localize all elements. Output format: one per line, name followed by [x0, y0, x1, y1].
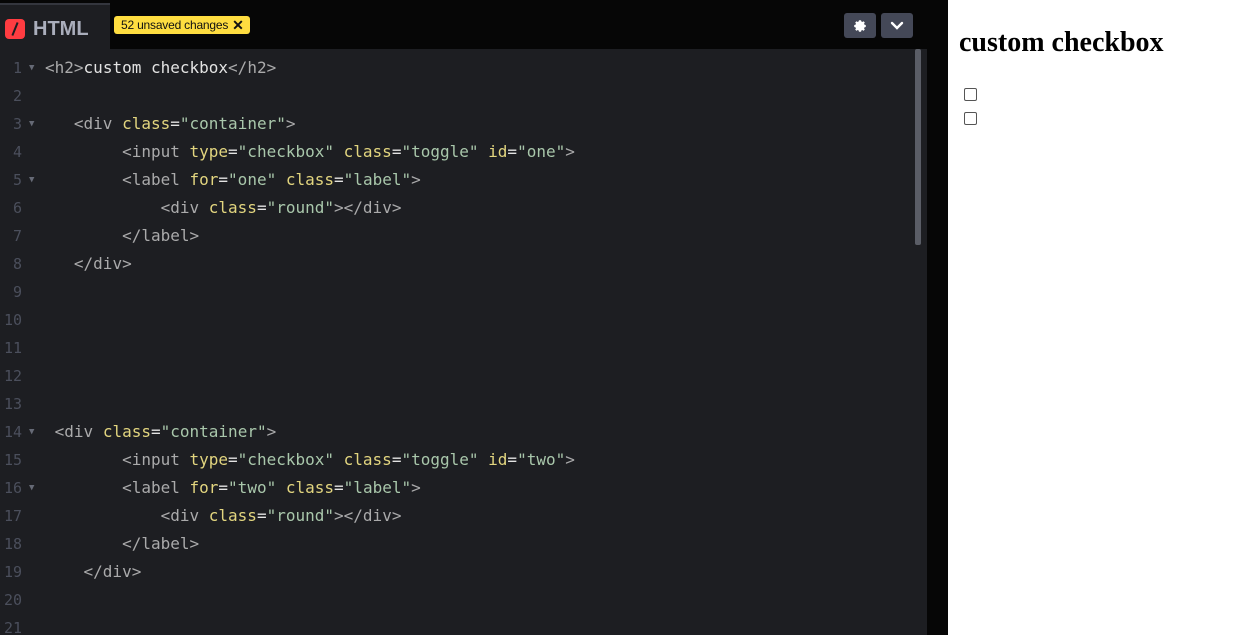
chevron-down-icon [890, 21, 904, 30]
code-text: <div class="round"></div> [160, 506, 402, 525]
code-line[interactable]: 6 <div class="round"></div> [0, 194, 913, 222]
code-editor[interactable]: 1 ▼ <h2>custom checkbox</h2> 2 3 ▼ <div class… [0, 54, 913, 635]
line-number: 16 [3, 479, 22, 497]
line-number: 4 [12, 143, 22, 161]
line-number: 14 [3, 423, 22, 441]
code-text: <div class="round"></div> [160, 198, 402, 217]
line-number: 20 [3, 591, 22, 609]
code-text: </label> [122, 534, 200, 553]
preview-pane: custom checkbox [948, 0, 1252, 635]
code-line[interactable]: 18 </label> [0, 530, 913, 558]
line-number: 19 [3, 563, 22, 581]
line-number: 1 [12, 59, 22, 77]
line-number: 3 [12, 115, 22, 133]
code-line[interactable]: 19 </div> [0, 558, 913, 586]
code-text: </div> [83, 562, 142, 581]
code-line[interactable]: 7 </label> [0, 222, 913, 250]
code-line[interactable]: 3 ▼ <div class="container"> [0, 110, 913, 138]
line-number: 5 [12, 171, 22, 189]
code-line[interactable]: 21 [0, 614, 913, 635]
line-number: 15 [3, 451, 22, 469]
code-line[interactable]: 14 ▼ <div class="container"> [0, 418, 913, 446]
fold-arrow-icon[interactable]: ▼ [29, 474, 34, 502]
editor-scrollbar[interactable] [913, 49, 927, 635]
fold-arrow-icon[interactable]: ▼ [29, 166, 34, 194]
line-number: 11 [3, 339, 22, 357]
code-line[interactable]: 13 [0, 390, 913, 418]
code-line[interactable]: 15 <input type="checkbox" class="toggle"… [0, 446, 913, 474]
preview-checkbox-two[interactable] [964, 112, 977, 125]
code-line[interactable]: 4 <input type="checkbox" class="toggle" … [0, 138, 913, 166]
code-line[interactable]: 12 [0, 362, 913, 390]
gear-icon [854, 19, 866, 32]
line-number: 12 [3, 367, 22, 385]
unsaved-changes-text: 52 unsaved changes [121, 18, 229, 32]
code-line[interactable]: 17 <div class="round"></div> [0, 502, 913, 530]
line-number: 21 [3, 619, 22, 635]
close-icon[interactable]: ✕ [232, 16, 244, 34]
line-number: 13 [3, 395, 22, 413]
code-line[interactable]: 1 ▼ <h2>custom checkbox</h2> [0, 54, 913, 82]
code-text: <div class="container"> [73, 114, 296, 133]
html-editor-pane: HTML 52 unsaved changes ✕ 1 ▼ <h2>custom c… [0, 0, 927, 635]
preview-checkbox-one[interactable] [964, 88, 977, 101]
language-label: HTML [33, 18, 89, 40]
fold-arrow-icon[interactable]: ▼ [29, 54, 34, 82]
code-text: <input type="checkbox" class="toggle" id… [122, 142, 575, 161]
code-text: <h2>custom checkbox</h2> [45, 58, 277, 77]
code-line[interactable]: 16 ▼ <label for="two" class="label"> [0, 474, 913, 502]
line-number: 8 [12, 255, 22, 273]
line-number: 6 [12, 199, 22, 217]
code-line[interactable]: 9 [0, 278, 913, 306]
scrollbar-thumb[interactable] [915, 49, 921, 245]
code-text: <label for="two" class="label"> [122, 478, 421, 497]
line-number: 7 [12, 227, 22, 245]
code-text: <label for="one" class="label"> [122, 170, 421, 189]
code-line[interactable]: 5 ▼ <label for="one" class="label"> [0, 166, 913, 194]
code-text: <div class="container"> [54, 422, 277, 441]
code-line[interactable]: 11 [0, 334, 913, 362]
line-number: 2 [12, 87, 22, 105]
settings-button[interactable] [844, 13, 876, 38]
code-text: </label> [122, 226, 200, 245]
html-tab[interactable]: HTML [0, 3, 110, 49]
line-number: 10 [3, 311, 22, 329]
pane-resizer[interactable] [927, 0, 948, 635]
code-text: <input type="checkbox" class="toggle" id… [122, 450, 575, 469]
fold-arrow-icon[interactable]: ▼ [29, 418, 34, 446]
codepen-html-icon [5, 19, 25, 39]
line-number: 18 [3, 535, 22, 553]
preview-heading: custom checkbox [959, 27, 1164, 58]
editor-header: HTML 52 unsaved changes ✕ [0, 0, 927, 49]
line-number: 9 [12, 283, 22, 301]
code-line[interactable]: 2 [0, 82, 913, 110]
collapse-button[interactable] [881, 13, 913, 38]
code-line[interactable]: 20 [0, 586, 913, 614]
code-line[interactable]: 10 [0, 306, 913, 334]
code-text: </div> [73, 254, 132, 273]
code-line[interactable]: 8 </div> [0, 250, 913, 278]
line-number: 17 [3, 507, 22, 525]
unsaved-changes-badge[interactable]: 52 unsaved changes ✕ [114, 16, 250, 34]
fold-arrow-icon[interactable]: ▼ [29, 110, 34, 138]
